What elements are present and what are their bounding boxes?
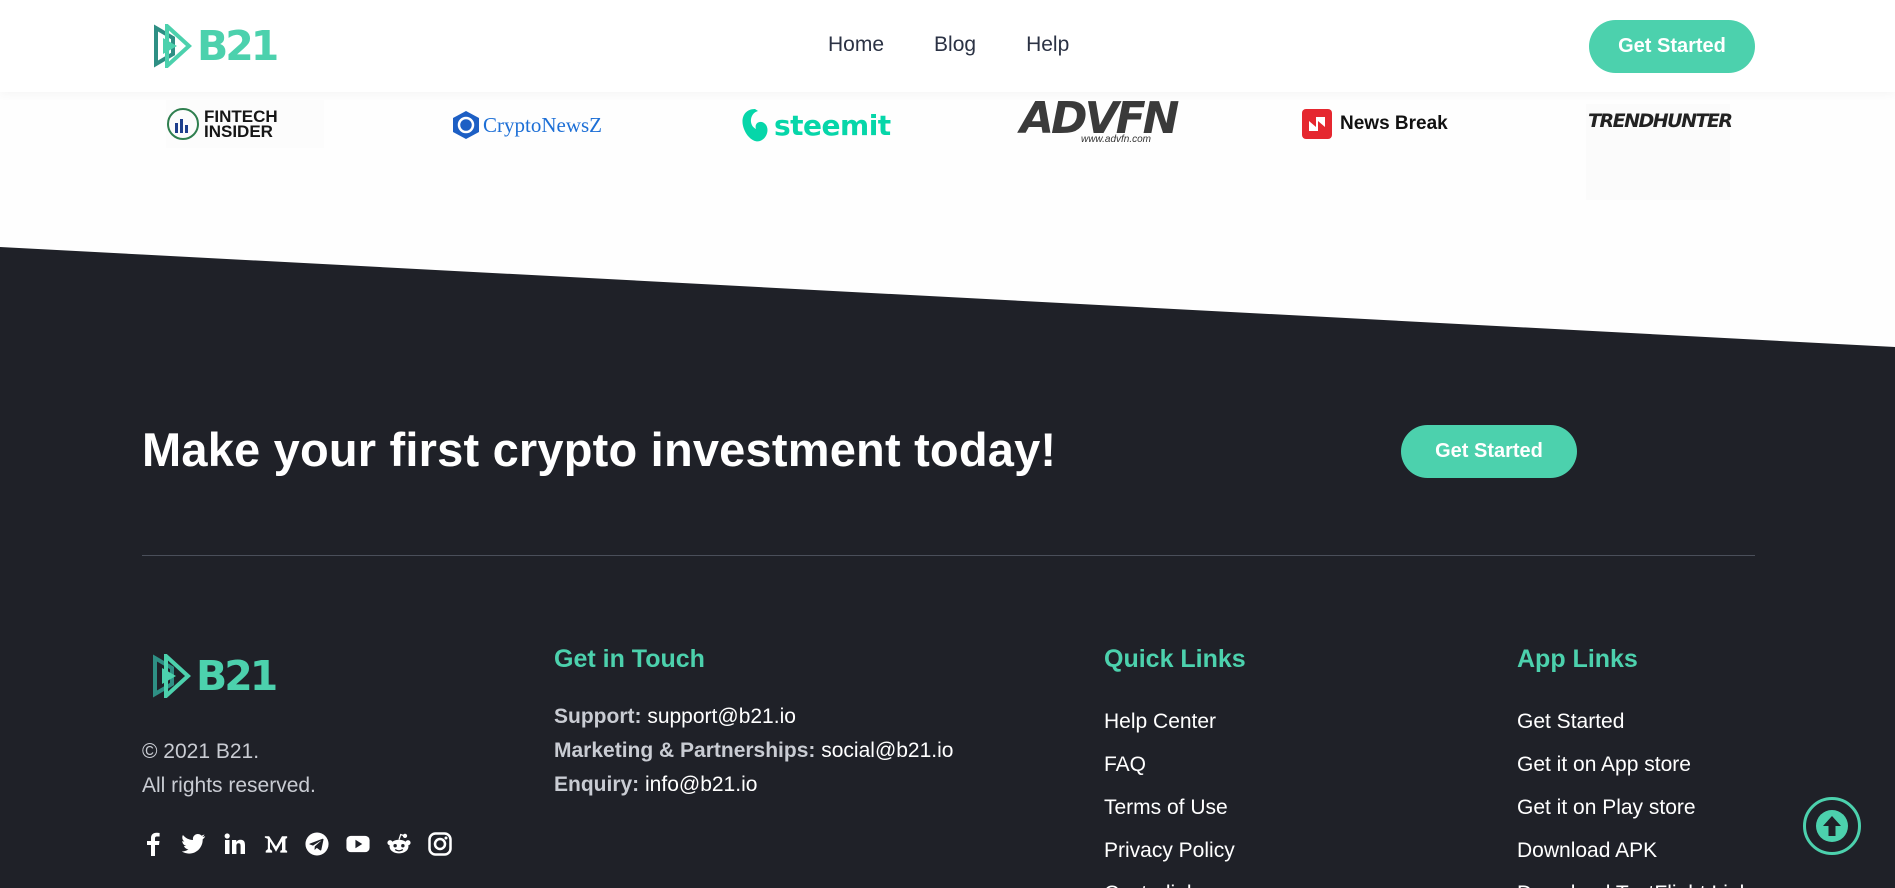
social-links (141, 832, 452, 856)
contact-info: Support: support@b21.io Marketing & Part… (554, 700, 953, 802)
link-faq[interactable]: FAQ (1104, 743, 1235, 786)
support-row: Support: support@b21.io (554, 705, 796, 728)
quick-links-title: Quick Links (1104, 645, 1246, 673)
medium-icon[interactable] (264, 832, 288, 856)
link-app-store[interactable]: Get it on App store (1517, 743, 1750, 786)
link-privacy-policy[interactable]: Privacy Policy (1104, 829, 1235, 872)
footer-logo-text: B21 (196, 652, 278, 700)
twitter-icon[interactable] (182, 832, 206, 856)
reddit-icon[interactable] (387, 832, 411, 856)
telegram-icon[interactable] (305, 832, 329, 856)
main-nav: Home Blog Help (828, 33, 1069, 57)
support-email[interactable]: support@b21.io (647, 705, 796, 728)
link-testflight[interactable]: Download TestFlight Link (1517, 872, 1750, 888)
app-links-title: App Links (1517, 645, 1638, 673)
scroll-to-top-button[interactable] (1803, 797, 1861, 855)
nav-help[interactable]: Help (1026, 33, 1069, 57)
link-download-apk[interactable]: Download APK (1517, 829, 1750, 872)
youtube-icon[interactable] (346, 832, 370, 856)
facebook-icon[interactable] (141, 832, 165, 856)
header-logo[interactable]: B21 (153, 22, 279, 70)
cta-heading: Make your first crypto investment today! (142, 423, 1057, 476)
app-links-list: Get Started Get it on App store Get it o… (1517, 700, 1750, 888)
link-custodial[interactable]: Custodial (1104, 872, 1235, 888)
copyright-line: © 2021 B21. (142, 740, 260, 763)
instagram-icon[interactable] (428, 832, 452, 856)
linkedin-icon[interactable] (223, 832, 247, 856)
footer-logo[interactable]: B21 (152, 652, 278, 700)
enquiry-email[interactable]: info@b21.io (645, 773, 757, 796)
b21-logo-icon (154, 24, 192, 68)
nav-blog[interactable]: Blog (934, 33, 976, 57)
link-get-started[interactable]: Get Started (1517, 700, 1750, 743)
quick-links-list: Help Center FAQ Terms of Use Privacy Pol… (1104, 700, 1235, 888)
b21-logo-icon (153, 654, 191, 698)
link-terms-of-use[interactable]: Terms of Use (1104, 786, 1235, 829)
arrow-up-icon (1816, 810, 1848, 842)
header-get-started-button[interactable]: Get Started (1589, 20, 1755, 73)
link-help-center[interactable]: Help Center (1104, 700, 1235, 743)
footer-divider (142, 555, 1755, 556)
copyright: © 2021 B21. All rights reserved. (142, 735, 316, 803)
logo-text: B21 (197, 22, 279, 70)
link-play-store[interactable]: Get it on Play store (1517, 786, 1750, 829)
enquiry-row: Enquiry: info@b21.io (554, 773, 758, 796)
nav-home[interactable]: Home (828, 33, 884, 57)
get-in-touch-title: Get in Touch (554, 645, 705, 673)
marketing-email[interactable]: social@b21.io (821, 739, 953, 762)
rights-line: All rights reserved. (142, 774, 316, 797)
cta-get-started-button[interactable]: Get Started (1401, 425, 1577, 478)
site-header: B21 Home Blog Help Get Started (0, 0, 1895, 92)
marketing-row: Marketing & Partnerships: social@b21.io (554, 739, 954, 762)
